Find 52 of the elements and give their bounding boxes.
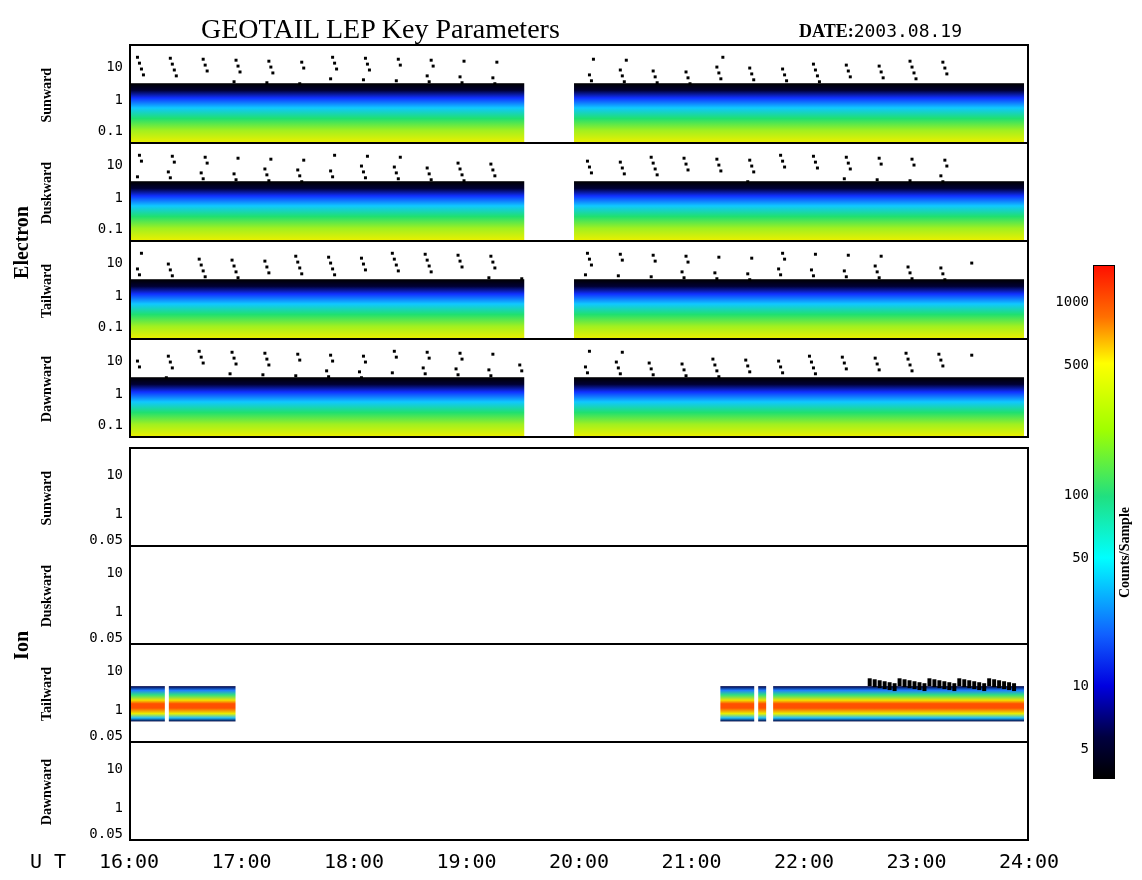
y-tick-label: 10	[106, 661, 123, 678]
y-tick-label: 1	[114, 286, 123, 303]
x-tick-label: 17:00	[211, 849, 272, 873]
y-tick-label: 0.05	[89, 629, 123, 646]
y-tick-label: 10	[106, 253, 123, 270]
date-label: DATE:2003.08.19	[799, 20, 963, 43]
y-tick-label: 10	[106, 57, 123, 74]
x-tick-label: 19:00	[436, 849, 497, 873]
panel-label: Dawnward	[39, 758, 55, 826]
x-tick-label: 24:00	[998, 849, 1060, 873]
colorbar-tick-label: 5	[1080, 740, 1089, 757]
y-tick-label: 1	[114, 188, 123, 205]
y-tick-label: 1	[114, 798, 123, 815]
y-tick-label: 0.1	[97, 122, 123, 139]
panel-label: Sunward	[39, 470, 55, 526]
y-tick-label: 0.05	[89, 727, 123, 744]
y-tick-label: 10	[106, 351, 123, 368]
y-tick-label: 10	[106, 155, 123, 172]
y-tick-label: 10	[106, 759, 123, 776]
y-tick-label: 10	[106, 563, 123, 580]
group-label: Electron	[9, 205, 33, 279]
chart-title: GEOTAIL LEP Key Parameters	[201, 13, 561, 45]
colorbar-tick-label: 100	[1063, 486, 1089, 503]
y-tick-label: 0.1	[97, 220, 123, 237]
panel-label: Dawnward	[39, 355, 55, 423]
y-tick-label: 1	[114, 602, 123, 619]
colorbar-tick-label: 10	[1072, 677, 1089, 694]
panel-label: Duskward	[39, 161, 55, 225]
y-tick-label: 1	[114, 504, 123, 521]
y-tick-label: 0.1	[97, 416, 123, 433]
y-tick-label: 0.05	[89, 531, 123, 548]
colorbar-tick-label: 1000	[1055, 292, 1089, 309]
x-tick-label: 18:00	[323, 849, 385, 873]
y-tick-label: 1	[114, 700, 123, 717]
y-tick-label: 10	[106, 465, 123, 482]
x-tick-label: 16:00	[98, 849, 160, 873]
y-tick-label: 0.05	[89, 825, 123, 842]
panel-label: Tailward	[39, 667, 55, 721]
y-tick-label: 1	[114, 90, 123, 107]
y-tick-label: 1	[114, 384, 123, 401]
panel-label: Sunward	[39, 67, 55, 123]
x-tick-label: 23:00	[886, 849, 947, 873]
panel-label: Duskward	[39, 564, 55, 628]
colorbar-tick-label: 50	[1072, 548, 1089, 565]
x-tick-label: 22:00	[773, 849, 835, 873]
x-tick-label: 20:00	[548, 849, 610, 873]
y-tick-label: 0.1	[97, 318, 123, 335]
colorbar-tick-label: 500	[1063, 356, 1089, 373]
group-label: Ion	[9, 630, 33, 660]
colorbar-label: Counts/Sample	[1117, 507, 1133, 599]
x-tick-label: 21:00	[661, 849, 722, 873]
panel-label: Tailward	[39, 264, 55, 318]
